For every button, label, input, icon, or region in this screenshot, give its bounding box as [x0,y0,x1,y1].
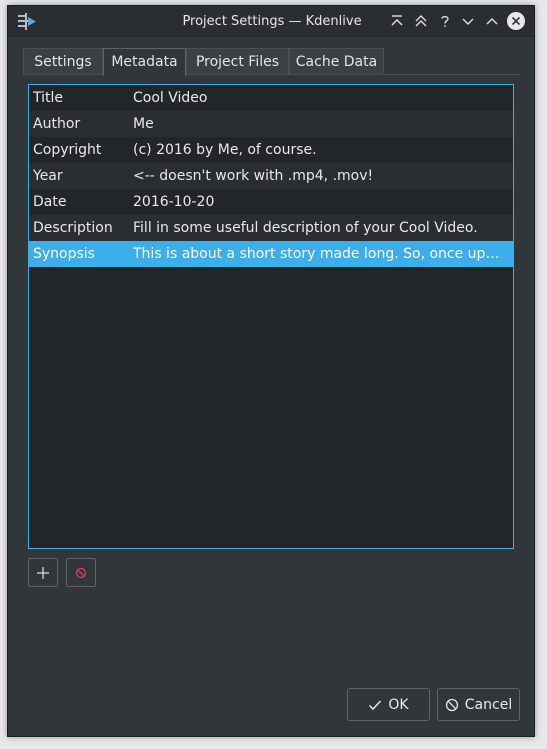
window-title: Project Settings — Kdenlive [182,14,362,29]
metadata-value[interactable]: Cool Video [133,85,505,111]
metadata-key: Copyright [33,142,102,158]
checkmark-icon [369,699,382,710]
cancel-button[interactable]: Cancel [437,688,520,721]
metadata-table[interactable]: Title Cool Video Author Me Copyright (c)… [28,84,514,549]
metadata-key: Year [33,168,63,184]
ok-button[interactable]: OK [347,688,430,721]
metadata-value[interactable]: Fill in some useful description of your … [133,215,505,241]
tab-project-files[interactable]: Project Files [186,48,289,75]
delete-icon [75,567,87,578]
metadata-key: Title [33,90,64,106]
title-bar[interactable]: Project Settings — Kdenlive [8,6,534,37]
metadata-value[interactable]: Me [133,111,505,137]
maximize-icon[interactable] [483,12,501,30]
tab-cache-data[interactable]: Cache Data [289,48,384,75]
metadata-key: Synopsis [33,246,95,262]
add-item-button[interactable] [28,558,58,587]
shade-icon[interactable] [412,12,430,30]
minimize-icon[interactable] [459,12,477,30]
cancel-label: Cancel [464,696,513,713]
keep-above-icon[interactable] [388,12,406,30]
tab-divider [23,74,520,75]
metadata-value[interactable]: <-- doesn't work with .mp4, .mov! [133,163,505,189]
metadata-key: Date [33,194,67,210]
help-icon[interactable] [436,12,454,30]
table-row[interactable]: Date 2016-10-20 [29,189,513,215]
plus-icon [37,566,49,579]
remove-item-button[interactable] [66,558,96,587]
metadata-value[interactable]: 2016-10-20 [133,189,505,215]
table-row[interactable]: Description Fill in some useful descript… [29,215,513,241]
table-row-selected[interactable]: Synopsis This is about a short story mad… [29,241,513,267]
kdenlive-app-icon [17,13,37,30]
cancel-icon [445,698,458,711]
project-settings-window: Project Settings — Kdenlive Settings Met… [7,5,535,737]
metadata-key: Author [33,116,81,132]
tab-metadata[interactable]: Metadata [103,48,186,76]
close-icon[interactable] [507,12,525,30]
table-row[interactable]: Author Me [29,111,513,137]
tab-settings[interactable]: Settings [23,48,103,75]
ok-label: OK [388,696,409,713]
table-row[interactable]: Year <-- doesn't work with .mp4, .mov! [29,163,513,189]
table-row[interactable]: Copyright (c) 2016 by Me, of course. [29,137,513,163]
metadata-key: Description [33,220,113,236]
table-row[interactable]: Title Cool Video [29,85,513,111]
metadata-value[interactable]: (c) 2016 by Me, of course. [133,137,505,163]
metadata-value[interactable]: This is about a short story made long. S… [133,241,505,267]
